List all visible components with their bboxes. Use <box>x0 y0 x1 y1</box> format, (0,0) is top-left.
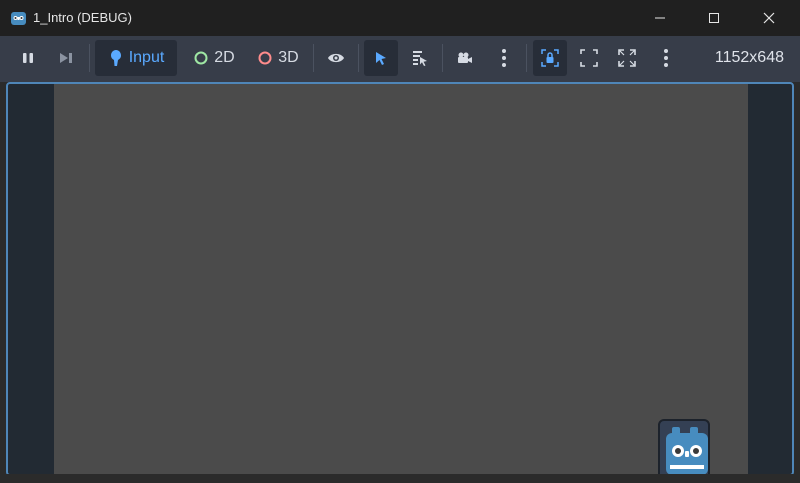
mode-3d-label: 3D <box>278 49 299 66</box>
game-viewport[interactable] <box>6 82 794 483</box>
window-bottom-edge <box>0 474 800 483</box>
visibility-button[interactable] <box>320 40 352 76</box>
expand-icon <box>618 49 636 67</box>
pause-icon <box>23 53 33 63</box>
expand-button[interactable] <box>610 40 644 76</box>
input-icon <box>110 50 121 66</box>
input-toggle-button[interactable]: Input <box>95 40 177 76</box>
window-title: 1_Intro (DEBUG) <box>33 10 132 25</box>
game-canvas[interactable] <box>54 84 748 474</box>
list-select-button[interactable] <box>404 40 436 76</box>
mode-3d-button[interactable]: 3D <box>250 40 306 76</box>
close-button[interactable] <box>746 0 792 36</box>
circle-3d-icon <box>258 51 272 65</box>
toolbar-separator <box>526 44 527 72</box>
eye-icon <box>328 53 344 63</box>
camera-icon <box>458 52 472 63</box>
input-label: Input <box>128 49 165 66</box>
fit-frame-icon <box>580 49 598 67</box>
more-vertical-icon <box>502 49 506 67</box>
godot-logo-icon <box>11 12 26 25</box>
title-bar: 1_Intro (DEBUG) <box>0 0 800 36</box>
toolbar-separator <box>442 44 443 72</box>
toolbar-separator <box>89 44 90 72</box>
minimize-button[interactable] <box>637 0 683 36</box>
pause-button[interactable] <box>12 40 44 76</box>
debug-toolbar: Input 2D 3D 1152x648 <box>0 36 800 82</box>
maximize-button[interactable] <box>691 0 737 36</box>
circle-2d-icon <box>194 51 208 65</box>
lock-frame-icon <box>541 49 559 67</box>
view-options-button[interactable] <box>652 40 680 76</box>
toolbar-separator <box>313 44 314 72</box>
minimize-icon <box>655 17 665 19</box>
embed-lock-button[interactable] <box>533 40 567 76</box>
fit-to-window-button[interactable] <box>572 40 606 76</box>
godot-robot-icon <box>666 427 708 475</box>
more-vertical-icon <box>664 49 668 67</box>
resolution-readout: 1152x648 <box>714 49 784 66</box>
close-icon <box>763 12 775 24</box>
toolbar-separator <box>358 44 359 72</box>
next-frame-icon <box>60 53 72 63</box>
maximize-icon <box>709 13 719 23</box>
next-frame-button[interactable] <box>50 40 82 76</box>
mode-2d-label: 2D <box>214 49 235 66</box>
camera-options-button[interactable] <box>490 40 518 76</box>
select-mode-button[interactable] <box>364 40 398 76</box>
list-select-icon <box>413 51 427 66</box>
camera-override-button[interactable] <box>448 40 482 76</box>
mode-2d-button[interactable]: 2D <box>186 40 242 76</box>
cursor-arrow-icon <box>376 52 386 65</box>
